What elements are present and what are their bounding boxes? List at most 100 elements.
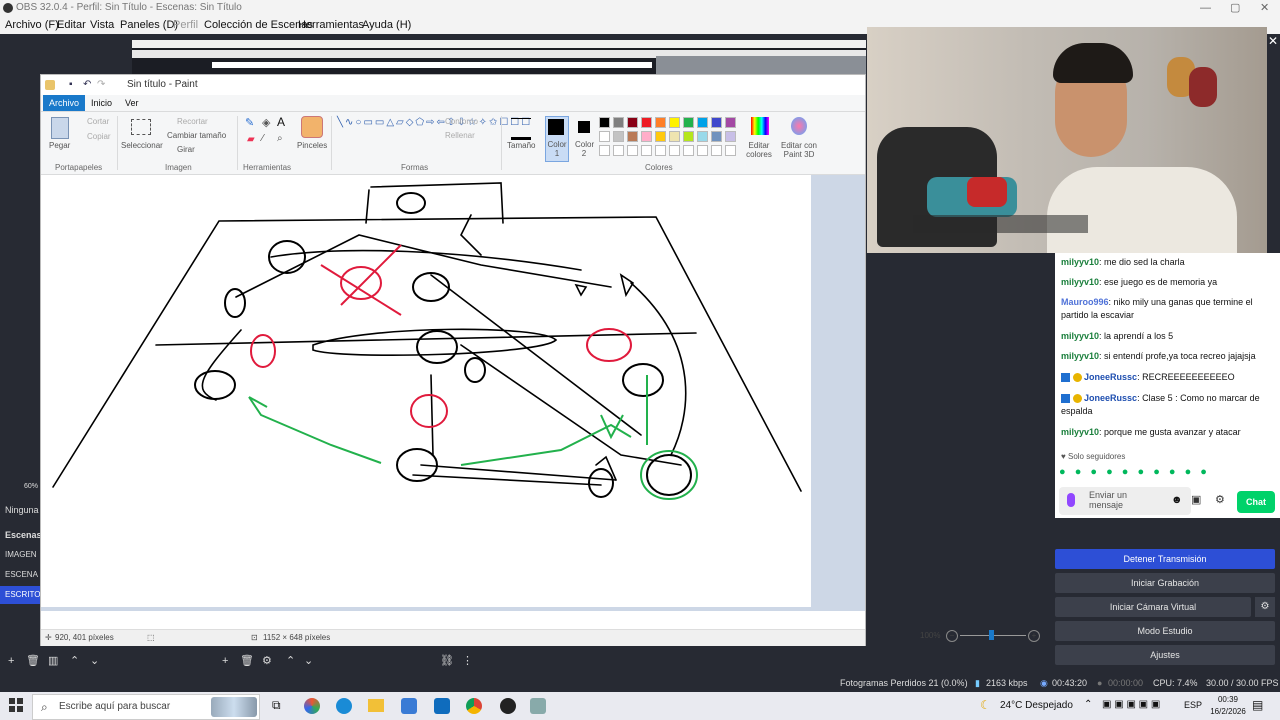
drawing-canvas[interactable] (41, 175, 811, 607)
zoom-in-icon[interactable]: + (1028, 630, 1040, 642)
source-up-icon[interactable]: ⌃ (286, 650, 295, 672)
menu-paneles[interactable]: Paneles (D) (120, 16, 178, 34)
move-down-icon[interactable]: ⌄ (90, 650, 99, 672)
notifications-icon[interactable]: ▤ (1252, 698, 1263, 712)
palette-swatch[interactable] (613, 145, 624, 156)
close-icon[interactable]: ✕ (1260, 0, 1269, 16)
shapes-gallery[interactable]: ╲∿○▭▭△▱◇⬠⇨⇦⇧⇩☆✧✩☐☐☐ (337, 116, 530, 156)
palette-swatch[interactable] (683, 145, 694, 156)
color2-swatch[interactable] (578, 121, 590, 133)
copilot-icon[interactable] (304, 698, 320, 714)
tab-ver[interactable]: Ver (119, 95, 145, 111)
palette-swatch[interactable] (669, 131, 680, 142)
tray-icons[interactable]: ▣ ▣ ▣ ▣ ▣ (1102, 699, 1160, 710)
add-source-icon[interactable]: + (222, 650, 228, 672)
palette-swatch[interactable] (697, 131, 708, 142)
menu-ayuda[interactable]: Ayuda (H) (362, 16, 411, 34)
menu-editar[interactable]: Editar (57, 16, 86, 34)
palette-swatch[interactable] (641, 117, 652, 128)
stop-stream-button[interactable]: Detener Transmisión (1055, 549, 1275, 569)
paste-button[interactable]: Pegar (49, 141, 70, 150)
paint-taskbar-icon[interactable] (530, 698, 546, 714)
menu-vista[interactable]: Vista (90, 16, 114, 34)
settings-button[interactable]: Ajustes (1055, 645, 1275, 665)
brushes-button[interactable]: Pinceles (297, 141, 327, 150)
zoom-out-icon[interactable]: − (946, 630, 958, 642)
tab-archivo[interactable]: Archivo (43, 95, 86, 111)
edit-paint3d-button[interactable]: Editar con Paint 3D (779, 141, 819, 159)
magnifier-icon[interactable]: ⌕ (277, 133, 283, 144)
menu-perfil[interactable]: Perfil (173, 16, 198, 34)
palette-swatch[interactable] (669, 145, 680, 156)
store-app-icon[interactable] (401, 698, 417, 714)
task-view-icon[interactable]: ⧉ (272, 698, 281, 713)
palette-swatch[interactable] (599, 131, 610, 142)
clock[interactable]: 00:39 16/2/2026 (1210, 694, 1246, 718)
palette-swatch[interactable] (641, 145, 652, 156)
palette-swatch[interactable] (683, 131, 694, 142)
minimize-icon[interactable]: — (1200, 0, 1211, 16)
virtual-cam-settings-icon[interactable]: ⚙ (1255, 597, 1275, 617)
palette-swatch[interactable] (627, 117, 638, 128)
windows-start-icon[interactable] (9, 698, 23, 712)
palette-swatch[interactable] (697, 145, 708, 156)
edit-colors-icon[interactable] (751, 117, 769, 135)
text-icon[interactable]: A (277, 115, 285, 129)
size-button[interactable]: Tamaño (507, 141, 535, 150)
store-icon[interactable]: ▣ (1191, 493, 1201, 506)
start-recording-button[interactable]: Iniciar Grabación (1055, 573, 1275, 593)
pencil-icon[interactable]: ✎ (245, 116, 254, 129)
palette-swatch[interactable] (711, 117, 722, 128)
palette-swatch[interactable] (627, 145, 638, 156)
menu-herramientas[interactable]: Herramientas (298, 16, 364, 34)
color-picker-icon[interactable]: ⁄ (262, 133, 264, 144)
outline-button[interactable]: Contorno (445, 117, 478, 126)
chrome-icon[interactable] (466, 698, 482, 714)
scene-item-escrito[interactable]: ESCRITO (5, 590, 40, 599)
eraser-icon[interactable]: ▰ (247, 134, 255, 145)
source-down-icon[interactable]: ⌄ (304, 650, 313, 672)
move-up-icon[interactable]: ⌃ (70, 650, 79, 672)
remove-source-icon[interactable]: 🗑 (240, 650, 254, 672)
remove-scene-icon[interactable]: 🗑 (26, 650, 40, 672)
palette-swatch[interactable] (599, 117, 610, 128)
copy-button[interactable]: Copiar (87, 132, 111, 141)
paint3d-icon[interactable] (791, 117, 807, 135)
brushes-icon[interactable] (301, 116, 323, 138)
palette-swatch[interactable] (683, 117, 694, 128)
emoji-icon[interactable]: ☻ (1171, 494, 1183, 506)
menu-coleccion-escenas[interactable]: Colección de Escenas (204, 16, 313, 34)
edit-colors-button[interactable]: Editar colores (745, 141, 773, 159)
taskbar-search-box[interactable]: ⌕ Escribe aquí para buscar (32, 694, 260, 720)
size-icon[interactable] (511, 118, 531, 140)
start-virtual-cam-button[interactable]: Iniciar Cámara Virtual (1055, 597, 1251, 617)
language-indicator[interactable]: ESP (1184, 700, 1202, 710)
emote-bar[interactable]: ● ● ● ● ● ● ● ● ● ● (1059, 466, 1239, 480)
tray-chevron-icon[interactable]: ⌃ (1084, 699, 1092, 710)
palette-swatch[interactable] (669, 117, 680, 128)
mixer-menu-icon[interactable]: ⋮ (462, 650, 473, 672)
edge-icon[interactable] (336, 698, 352, 714)
scene-filters-icon[interactable]: ▥ (48, 650, 58, 672)
select-button[interactable]: Seleccionar (121, 141, 163, 150)
palette-swatch[interactable] (725, 131, 736, 142)
scene-item-imagen[interactable]: IMAGEN (5, 550, 37, 559)
palette-swatch[interactable] (725, 145, 736, 156)
scene-item-escena[interactable]: ESCENA (5, 570, 38, 579)
menu-archivo[interactable]: Archivo (F) (5, 16, 59, 34)
select-icon[interactable] (131, 119, 151, 135)
palette-swatch[interactable] (613, 131, 624, 142)
maximize-icon[interactable]: ▢ (1230, 0, 1240, 16)
palette-swatch[interactable] (711, 131, 722, 142)
palette-swatch[interactable] (641, 131, 652, 142)
cut-button[interactable]: Cortar (87, 117, 109, 126)
rotate-button[interactable]: Girar (177, 145, 195, 154)
mic-icon[interactable] (1067, 493, 1075, 507)
weather-text[interactable]: 24°C Despejado (1000, 700, 1073, 711)
chat-send-button[interactable]: Chat (1237, 491, 1275, 513)
chat-input[interactable]: Enviar un mensaje ☻ (1059, 487, 1191, 515)
palette-swatch[interactable] (613, 117, 624, 128)
save-icon[interactable]: ▪ (69, 75, 73, 95)
obs-taskbar-icon[interactable] (500, 698, 516, 714)
palette-swatch[interactable] (697, 117, 708, 128)
